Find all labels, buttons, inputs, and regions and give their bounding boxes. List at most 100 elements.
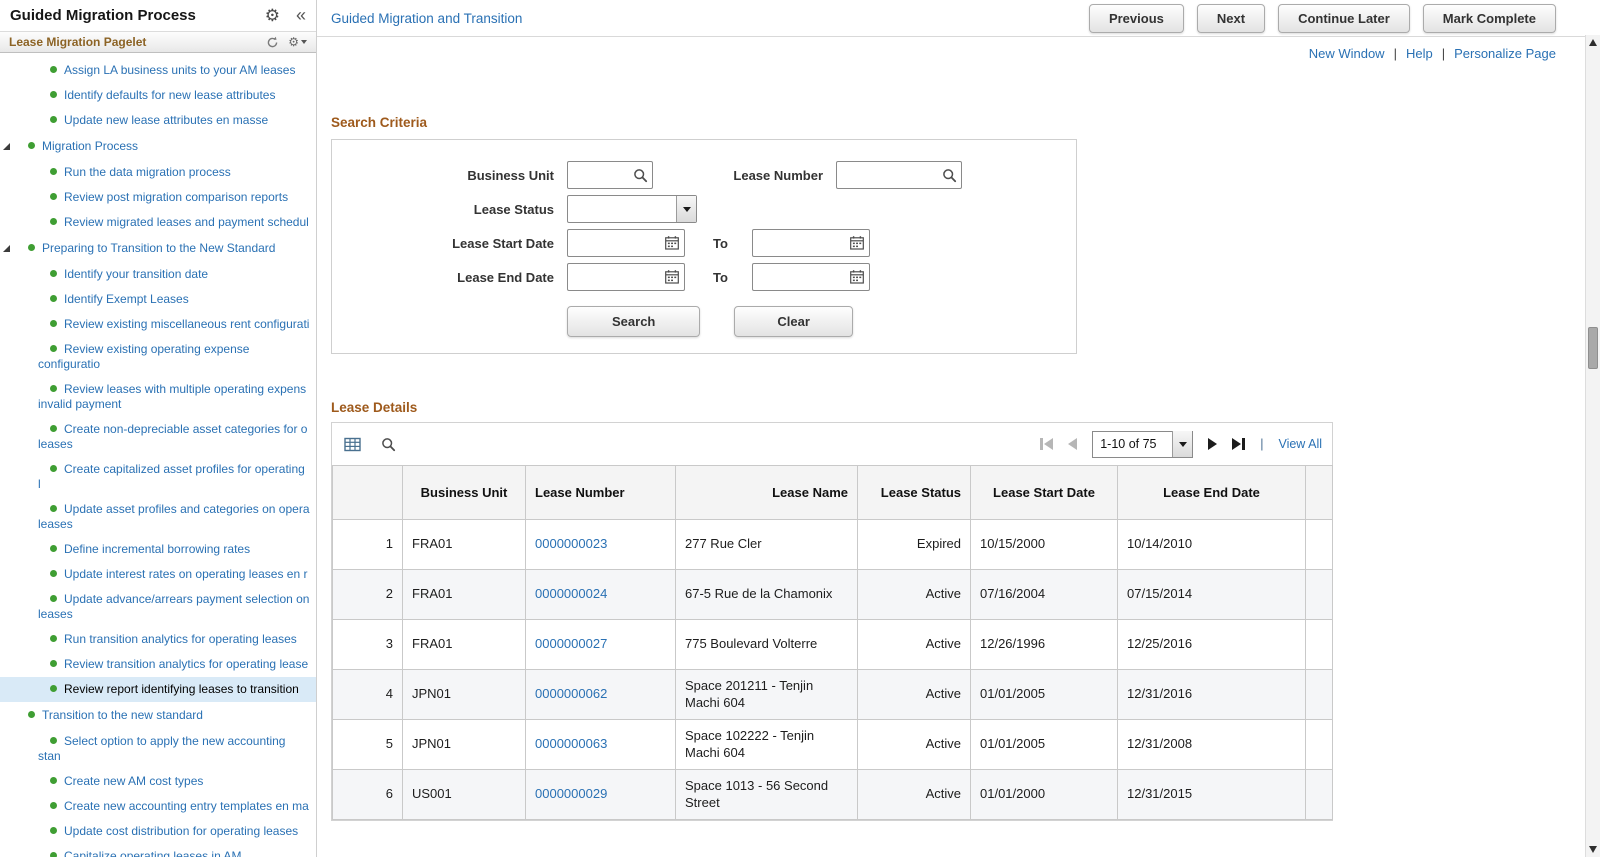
tree-task-item[interactable]: Define incremental borrowing rates — [0, 537, 316, 562]
lease-number-input[interactable] — [837, 163, 937, 187]
business-unit-cell: JPN01 — [402, 669, 526, 720]
previous-button[interactable]: Previous — [1088, 3, 1184, 33]
tree-task-item[interactable]: Run the data migration process — [0, 160, 316, 185]
lease-start-date-cell: 01/01/2005 — [970, 719, 1118, 770]
tree-group-item[interactable]: Migration Process — [0, 133, 316, 160]
collapse-section-icon[interactable] — [3, 245, 10, 252]
tree-task-item[interactable]: Select option to apply the new accountin… — [0, 729, 316, 769]
tree-task-item[interactable]: Review existing miscellaneous rent confi… — [0, 312, 316, 337]
tree-task-item[interactable]: Assign LA business units to your AM leas… — [0, 58, 316, 83]
lease-number-link[interactable]: 0000000023 — [535, 536, 607, 551]
collapse-sidebar-icon[interactable]: « — [296, 6, 306, 24]
lease-status-select[interactable] — [567, 195, 697, 223]
column-header-lease-end-date: Lease End Date — [1117, 465, 1306, 520]
personalize-grid-icon[interactable] — [344, 437, 361, 452]
lease-number-field — [836, 161, 962, 189]
refresh-icon[interactable] — [266, 36, 279, 49]
tree-task-item[interactable]: Update new lease attributes en masse — [0, 108, 316, 133]
lease-number-link[interactable]: 0000000024 — [535, 586, 607, 601]
tree-task-item[interactable]: Capitalize operating leases in AM — [0, 844, 316, 857]
lease-number-link[interactable]: 0000000063 — [535, 736, 607, 751]
help-link[interactable]: Help — [1406, 46, 1433, 61]
lease-name-cell: 775 Boulevard Volterre — [675, 619, 858, 670]
calendar-icon[interactable] — [660, 264, 684, 290]
continue-later-button[interactable]: Continue Later — [1278, 3, 1410, 33]
lease-start-to-field — [751, 229, 870, 257]
tree-task-item[interactable]: Identify your transition date — [0, 262, 316, 287]
row-range-select[interactable]: 1-10 of 75 — [1092, 430, 1194, 458]
lease-number-link[interactable]: 0000000029 — [535, 786, 607, 801]
table-row: 5 JPN01 0000000063 Space 102222 - Tenjin Ma… — [332, 719, 1333, 770]
tree-task-item[interactable]: Update cost distribution for operating l… — [0, 819, 316, 844]
previous-page-button[interactable] — [1068, 438, 1078, 450]
tree-task-item[interactable]: Review migrated leases and payment sched… — [0, 210, 316, 235]
tree-task-item[interactable]: Create new accounting entry templates en… — [0, 794, 316, 819]
personalize-page-link[interactable]: Personalize Page — [1454, 46, 1556, 61]
lease-end-from-field — [567, 263, 685, 291]
next-button[interactable]: Next — [1196, 3, 1266, 33]
first-page-button[interactable] — [1040, 438, 1054, 450]
dropdown-button[interactable] — [1172, 431, 1193, 457]
calendar-icon[interactable] — [845, 264, 869, 290]
lease-number-link[interactable]: 0000000062 — [535, 686, 607, 701]
tree-task-item[interactable]: Review leases with multiple operating ex… — [0, 377, 316, 417]
lease-start-to-input[interactable] — [752, 231, 845, 255]
lease-end-date-cell: 12/31/2016 — [1117, 669, 1306, 720]
business-unit-label: Business Unit — [467, 167, 554, 183]
lease-number-cell: 0000000063 — [525, 719, 676, 770]
page-title[interactable]: Guided Migration and Transition — [331, 11, 522, 26]
tree-item-label: Review post migration comparison reports — [64, 190, 289, 204]
lease-start-from-field — [567, 229, 685, 257]
tree-task-item[interactable]: Identify defaults for new lease attribut… — [0, 83, 316, 108]
collapse-section-icon[interactable] — [3, 143, 10, 150]
scroll-up-icon[interactable] — [1589, 39, 1597, 46]
lease-end-to-input[interactable] — [752, 265, 845, 289]
view-all-link[interactable]: View All — [1278, 437, 1322, 451]
tree-task-item[interactable]: Create capitalized asset profiles for op… — [0, 457, 316, 497]
lease-number-link[interactable]: 0000000027 — [535, 636, 607, 651]
tree-item-label: Identify defaults for new lease attribut… — [64, 88, 276, 102]
business-unit-lookup-icon[interactable] — [628, 162, 652, 188]
tree-task-item[interactable]: Review existing operating expense config… — [0, 337, 316, 377]
tree-task-item[interactable]: Update interest rates on operating lease… — [0, 562, 316, 587]
mark-complete-button[interactable]: Mark Complete — [1422, 3, 1556, 33]
next-page-button[interactable] — [1208, 438, 1218, 450]
tree-task-item[interactable]: Identify Exempt Leases — [0, 287, 316, 312]
lease-end-date-cell: 07/15/2014 — [1117, 569, 1306, 620]
scroll-thumb[interactable] — [1588, 327, 1598, 369]
tree-item-label: Select option to apply the new accountin… — [38, 734, 286, 763]
lease-start-from-input[interactable] — [568, 231, 660, 255]
spacer-cell — [1305, 619, 1333, 670]
tree-item-label: Migration Process — [42, 139, 139, 153]
tree-task-item[interactable]: Review post migration comparison reports — [0, 185, 316, 210]
last-page-button[interactable] — [1232, 438, 1246, 450]
column-header-lease-number: Lease Number — [525, 465, 676, 520]
lease-table: Business Unit Lease Number Lease Name Lease… — [332, 465, 1333, 820]
tree-task-item[interactable]: Update asset profiles and categories on … — [0, 497, 316, 537]
scroll-down-icon[interactable] — [1589, 846, 1597, 853]
vertical-scrollbar[interactable] — [1585, 35, 1600, 857]
calendar-icon[interactable] — [660, 230, 684, 256]
tree-task-item[interactable]: Create new AM cost types — [0, 769, 316, 794]
new-window-link[interactable]: New Window — [1309, 46, 1385, 61]
tree-task-item[interactable]: Create non-depreciable asset categories … — [0, 417, 316, 457]
table-header-row: Business Unit Lease Number Lease Name Lease… — [332, 465, 1333, 520]
tree-group-item[interactable]: Transition to the new standard — [0, 702, 316, 729]
tree-task-item[interactable]: Review transition analytics for operatin… — [0, 652, 316, 677]
search-button[interactable]: Search — [567, 306, 701, 337]
tree-item-label: Preparing to Transition to the New Stand… — [42, 241, 276, 255]
tree-task-item[interactable]: Review report identifying leases to tran… — [0, 677, 316, 702]
tree-task-item[interactable]: Update advance/arrears payment selection… — [0, 587, 316, 627]
clear-button[interactable]: Clear — [734, 306, 853, 337]
lease-end-from-input[interactable] — [568, 265, 660, 289]
lease-number-lookup-icon[interactable] — [937, 162, 961, 188]
tree-group-item[interactable]: Preparing to Transition to the New Stand… — [0, 235, 316, 262]
dropdown-button[interactable] — [676, 196, 696, 222]
tree-task-item[interactable]: Run transition analytics for operating l… — [0, 627, 316, 652]
pagelet-gear-icon[interactable]: ⚙ — [288, 35, 307, 49]
find-icon[interactable] — [381, 437, 396, 452]
calendar-icon[interactable] — [845, 230, 869, 256]
gear-icon[interactable]: ⚙ — [265, 6, 280, 26]
business-unit-input[interactable] — [568, 163, 628, 187]
app-root: Guided Migration Process ⚙ « Lease Migra… — [0, 0, 1600, 857]
